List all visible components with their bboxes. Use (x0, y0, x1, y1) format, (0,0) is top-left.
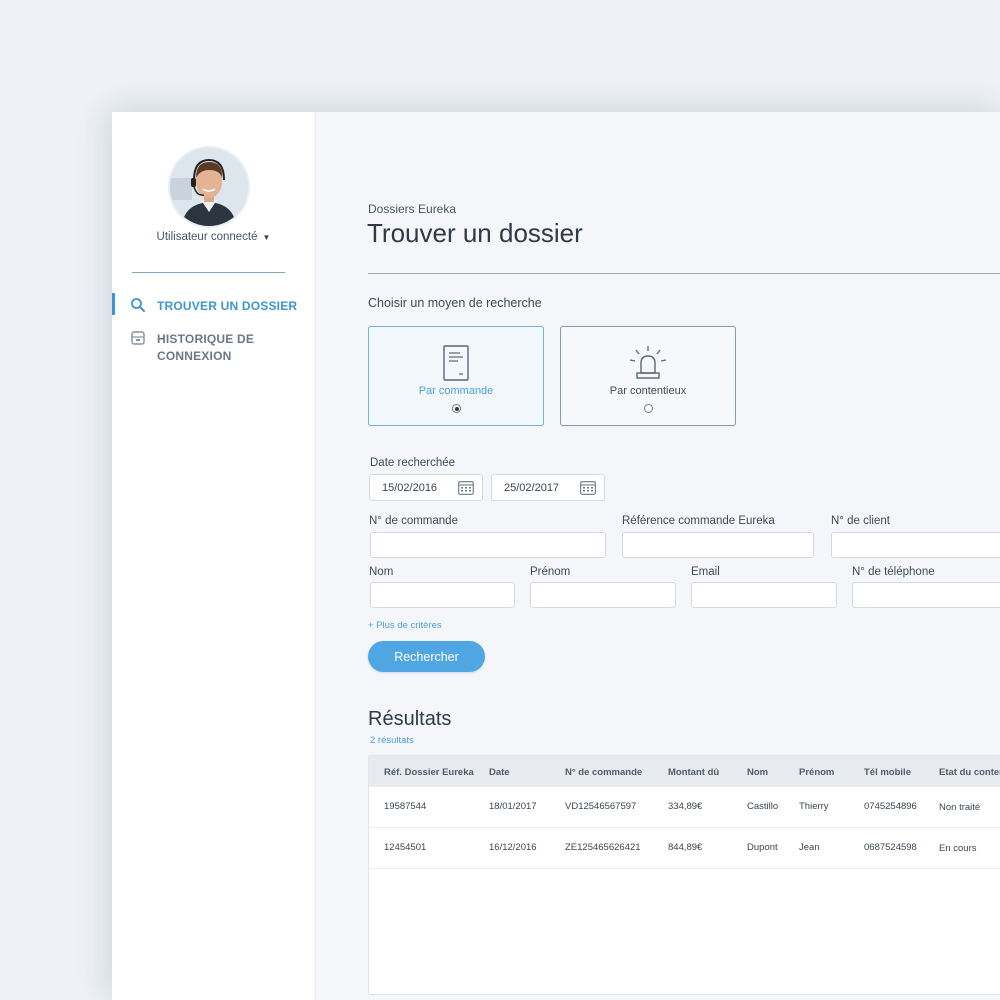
order-number-input[interactable] (370, 532, 606, 558)
user-label: Utilisateur connecté (156, 231, 258, 243)
radio-by-order[interactable] (452, 404, 461, 413)
results-table: Réf. Dossier Eureka Date N° de commande … (368, 755, 1000, 995)
option-by-order[interactable]: Par commande (368, 326, 544, 426)
last-name-input[interactable] (370, 582, 515, 608)
calendar-icon[interactable] (580, 481, 596, 495)
cell-date: 16/12/2016 (489, 842, 537, 853)
user-menu[interactable]: Utilisateur connecté ▼ (112, 231, 315, 243)
cell-order: ZE125465626421 (565, 842, 641, 853)
active-indicator (112, 293, 115, 315)
sidebar-item-label: TROUVER UN DOSSIER (157, 299, 298, 313)
cell-order: VD12546567597 (565, 801, 637, 812)
cell-first-name: Thierry (799, 801, 829, 812)
cell-status: En cours (939, 843, 977, 854)
calendar-icon[interactable] (458, 481, 474, 495)
avatar[interactable] (168, 146, 250, 228)
column-header[interactable]: Tél mobile (864, 767, 911, 778)
eureka-ref-input[interactable] (622, 532, 814, 558)
column-header[interactable]: Etat du contentieux (939, 767, 1000, 778)
search-icon (131, 298, 145, 312)
first-name-input[interactable] (530, 582, 676, 608)
client-number-input[interactable] (831, 532, 1000, 558)
option-by-dispute[interactable]: Par contentieux (560, 326, 736, 426)
cell-first-name: Jean (799, 842, 820, 853)
sidebar-divider (132, 272, 285, 273)
cell-status: Non traité (939, 802, 981, 813)
column-header[interactable]: N° de commande (565, 767, 642, 778)
cell-mobile: 0745254896 (864, 801, 917, 812)
phone-label: N° de téléphone (852, 566, 935, 578)
column-header[interactable]: Date (489, 767, 510, 778)
date-from-input[interactable]: 15/02/2016 (369, 474, 483, 501)
cell-amount: 334,89€ (668, 801, 703, 812)
title-divider (368, 273, 1000, 274)
history-icon (131, 331, 145, 345)
document-icon (443, 345, 469, 381)
table-header: Réf. Dossier Eureka Date N° de commande … (369, 756, 1000, 787)
last-name-label: Nom (369, 566, 394, 578)
sidebar-item-label: HISTORIQUE DE CONNEXION (157, 332, 255, 363)
user-photo (170, 148, 248, 226)
cell-last-name: Dupont (747, 842, 778, 853)
search-button[interactable]: Rechercher (368, 641, 485, 672)
sidebar: Utilisateur connecté ▼ TROUVER UN DOSSIER… (112, 112, 316, 1000)
cell-last-name: Castillo (747, 801, 779, 812)
more-criteria-link[interactable]: + Plus de critères (368, 620, 442, 631)
column-header[interactable]: Nom (747, 767, 768, 778)
app-window: Utilisateur connecté ▼ TROUVER UN DOSSIER… (112, 112, 1000, 1000)
results-title: Résultats (368, 708, 452, 730)
column-header[interactable]: Réf. Dossier Eureka (384, 767, 474, 778)
cell-mobile: 0687524598 (864, 842, 917, 853)
phone-input[interactable] (852, 582, 1000, 608)
table-row[interactable]: 12454501 16/12/2016 ZE125465626421 844,8… (369, 828, 1000, 869)
email-label: Email (691, 566, 720, 578)
sidebar-item-login-history[interactable]: HISTORIQUE DE CONNEXION (112, 330, 315, 366)
cell-ref: 12454501 (384, 842, 427, 853)
first-name-label: Prénom (530, 566, 571, 578)
option-label: Par contentieux (609, 385, 687, 397)
cell-date: 18/01/2017 (489, 801, 537, 812)
breadcrumb[interactable]: Dossiers Eureka (368, 202, 456, 216)
date-to-value: 25/02/2017 (504, 482, 560, 494)
option-label: Par commande (418, 385, 494, 397)
date-to-input[interactable]: 25/02/2017 (491, 474, 605, 501)
radio-by-dispute[interactable] (644, 404, 653, 413)
email-input[interactable] (691, 582, 837, 608)
results-count: 2 résultats (370, 735, 414, 746)
column-header[interactable]: Montant dû (668, 767, 719, 778)
alarm-icon (629, 346, 667, 379)
date-label: Date recherchée (370, 457, 456, 469)
client-number-label: N° de client (831, 515, 890, 527)
page-title: Trouver un dossier (367, 218, 583, 248)
column-header[interactable]: Prénom (799, 767, 834, 778)
eureka-ref-label: Référence commande Eureka (622, 515, 775, 527)
cell-amount: 844,89€ (668, 842, 703, 853)
caret-down-icon: ▼ (262, 233, 271, 242)
order-number-label: N° de commande (369, 515, 458, 527)
search-mode-label: Choisir un moyen de recherche (368, 296, 542, 310)
date-from-value: 15/02/2016 (382, 482, 438, 494)
main-content: Dossiers Eureka Trouver un dossier Chois… (316, 112, 1000, 1000)
cell-ref: 19587544 (384, 801, 427, 812)
table-row[interactable]: 19587544 18/01/2017 VD12546567597 334,89… (369, 787, 1000, 828)
